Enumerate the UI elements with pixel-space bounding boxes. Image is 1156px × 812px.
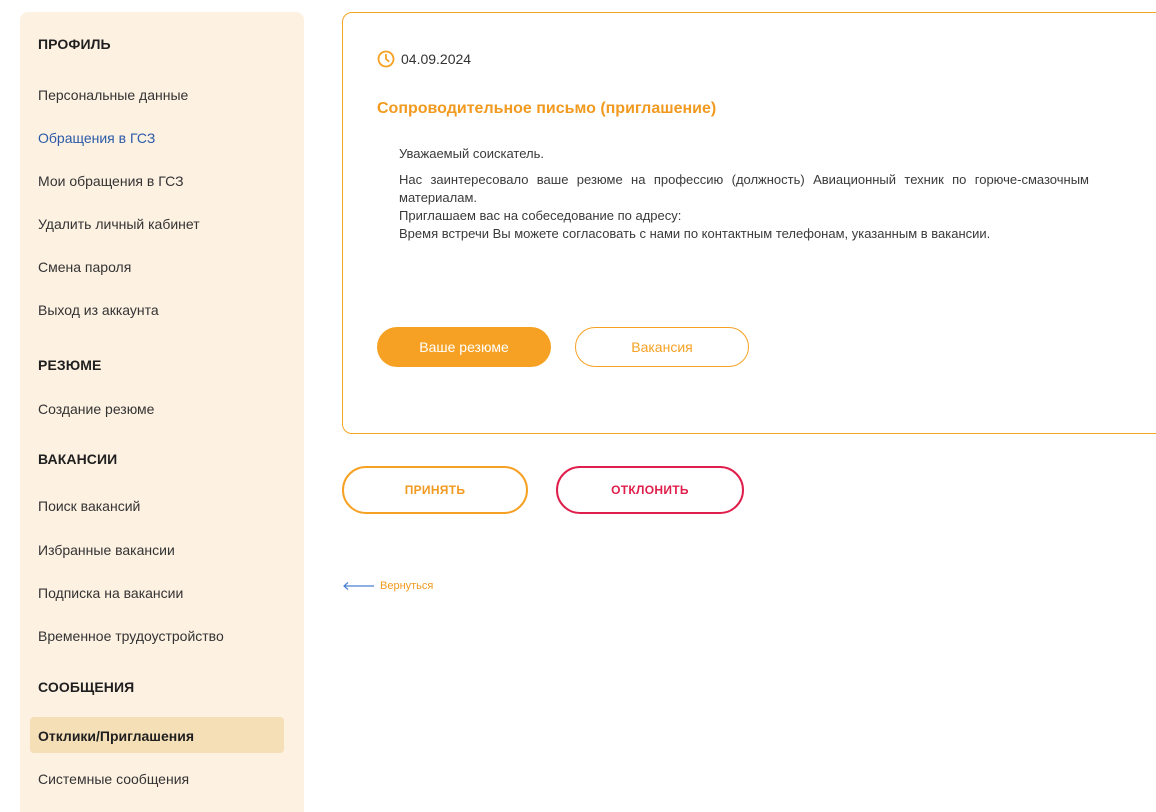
sidebar-item-logout[interactable]: Выход из аккаунта (38, 302, 159, 318)
accept-button[interactable]: ПРИНЯТЬ (342, 466, 528, 514)
sidebar-item-change-password[interactable]: Смена пароля (38, 259, 131, 275)
sidebar-item-gsz-requests[interactable]: Обращения в ГСЗ (38, 130, 155, 146)
sidebar-item-temporary-employment[interactable]: Временное трудоустройство (38, 628, 224, 644)
invitation-card: 04.09.2024 Сопроводительное письмо (приг… (342, 12, 1156, 434)
letter-paragraph-meeting-time: Время встречи Вы можете согласовать с на… (399, 226, 991, 241)
sidebar-item-my-gsz-requests[interactable]: Мои обращения в ГСЗ (38, 173, 184, 189)
clock-icon (377, 50, 395, 68)
sidebar-item-responses-invitations[interactable]: Отклики/Приглашения (38, 728, 194, 744)
sidebar-item-vacancy-subscription[interactable]: Подписка на вакансии (38, 585, 183, 601)
vacancy-button[interactable]: Вакансия (575, 327, 749, 367)
decline-button[interactable]: ОТКЛОНИТЬ (556, 466, 744, 514)
sidebar-item-system-messages[interactable]: Системные сообщения (38, 771, 189, 787)
sidebar-section-messages: СООБЩЕНИЯ (38, 679, 135, 695)
sidebar-section-resume: РЕЗЮМЕ (38, 357, 102, 373)
sidebar-item-search-vacancies[interactable]: Поиск вакансий (38, 498, 140, 514)
sidebar-section-profile: ПРОФИЛЬ (38, 36, 111, 52)
letter-greeting: Уважаемый соискатель. (399, 146, 544, 161)
letter-paragraph-interest: Нас заинтересовало ваше резюме на профес… (399, 172, 1089, 205)
letter-body: Уважаемый соискатель. Нас заинтересовало… (399, 145, 1089, 243)
sidebar-item-delete-account[interactable]: Удалить личный кабинет (38, 216, 200, 232)
back-link-label: Вернуться (380, 580, 434, 592)
sidebar-item-personal-data[interactable]: Персональные данные (38, 87, 188, 103)
arrow-left-icon (343, 582, 374, 590)
page: ПРОФИЛЬ Персональные данные Обращения в … (0, 0, 1156, 812)
sidebar: ПРОФИЛЬ Персональные данные Обращения в … (20, 12, 304, 812)
invitation-date: 04.09.2024 (401, 51, 472, 67)
card-title: Сопроводительное письмо (приглашение) (377, 100, 717, 117)
your-resume-button[interactable]: Ваше резюме (377, 327, 551, 367)
sidebar-item-favorite-vacancies[interactable]: Избранные вакансии (38, 542, 175, 558)
date-row: 04.09.2024 (377, 50, 471, 68)
sidebar-section-vacancies: ВАКАНСИИ (38, 451, 118, 467)
letter-paragraph-invitation: Приглашаем вас на собеседование по адрес… (399, 208, 682, 223)
back-link[interactable]: Вернуться (342, 580, 433, 592)
sidebar-item-create-resume[interactable]: Создание резюме (38, 401, 154, 417)
